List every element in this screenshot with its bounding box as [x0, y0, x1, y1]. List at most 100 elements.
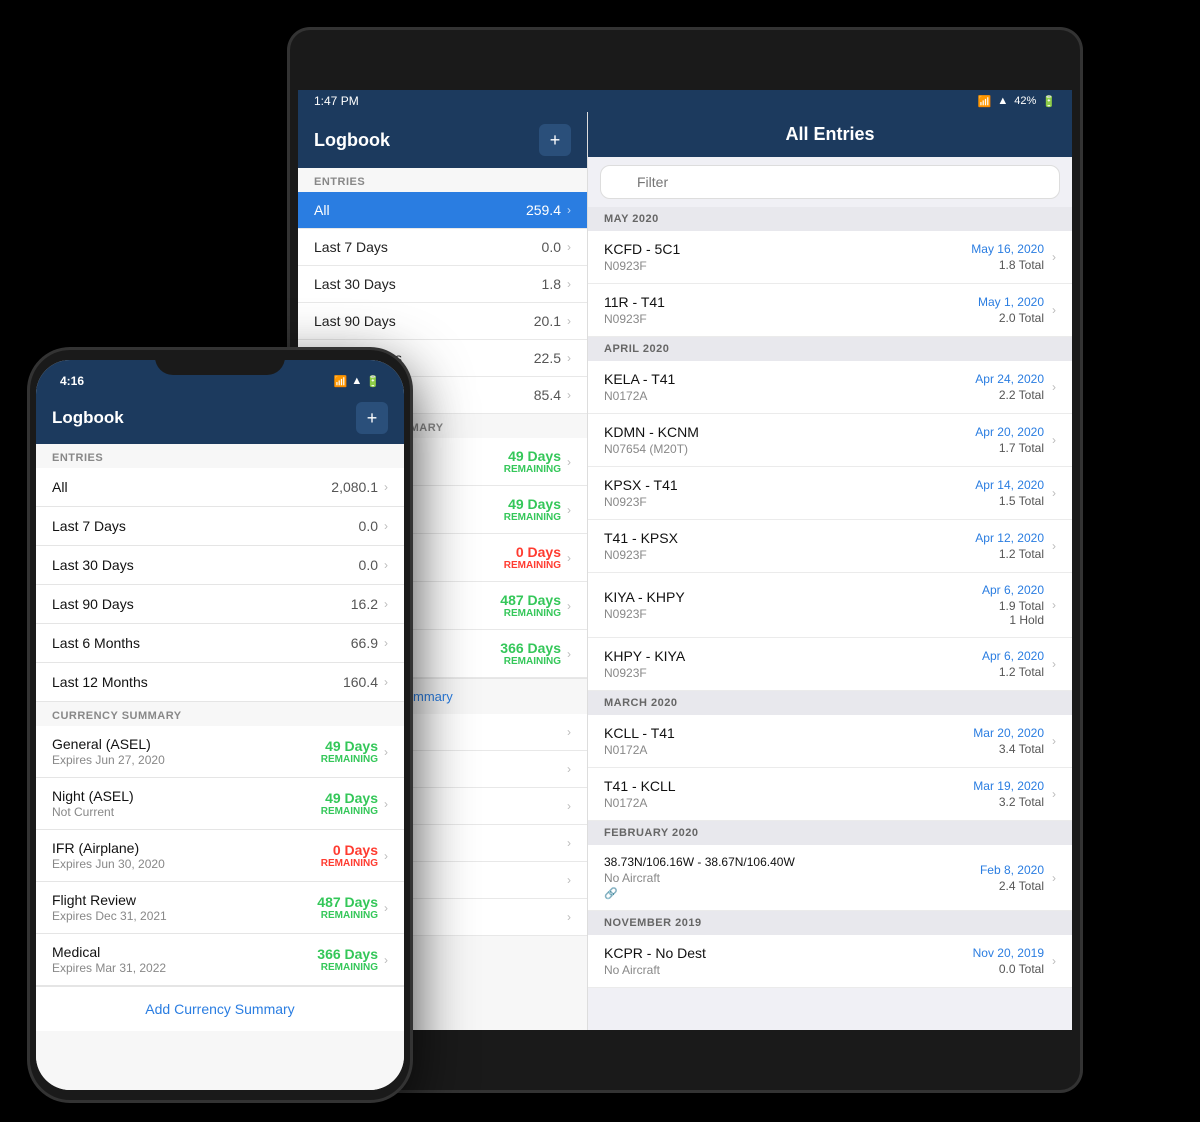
phone-header: Logbook +: [36, 392, 404, 444]
phone-currency-night[interactable]: Night (ASEL) Not Current 49 Days REMAINI…: [36, 778, 404, 830]
entry-kcll1[interactable]: KCLL - T41 N0172A Mar 20, 2020 3.4 Total…: [588, 715, 1072, 768]
tablet-medical-days: 366 Days: [500, 640, 561, 656]
entry-kcpr[interactable]: KCPR - No Dest No Aircraft Nov 20, 2019 …: [588, 935, 1072, 988]
tablet-currency-ine-badge: 0 Days REMAINING: [504, 544, 561, 571]
phone-add-currency[interactable]: Add Currency Summary: [36, 986, 404, 1031]
chevron-t41kcll: ›: [1052, 787, 1056, 801]
chevron-phone-12months: ›: [384, 675, 388, 689]
entry-kdmn-sub: N07654 (M20T): [604, 442, 699, 456]
entry-kela-total: 2.2 Total: [975, 388, 1044, 402]
phone-fr-remaining: REMAINING: [317, 910, 378, 921]
tablet-filter-bar: 🔍: [588, 157, 1072, 207]
phone-value-7days: 0.0: [359, 518, 378, 534]
entry-kcll1-left: KCLL - T41 N0172A: [604, 725, 675, 757]
phone-currency-fr-sub: Expires Dec 31, 2021: [52, 909, 167, 923]
entry-kiya1-sub: N0923F: [604, 607, 685, 621]
entry-11r-right: May 1, 2020 2.0 Total ›: [978, 295, 1056, 325]
chevron-icon-el: ›: [567, 503, 571, 517]
entry-kcll1-sub: N0172A: [604, 743, 675, 757]
entry-kiya1[interactable]: KIYA - KHPY N0923F Apr 6, 2020 1.9 Total…: [588, 573, 1072, 638]
phone-item-all[interactable]: All 2,080.1 ›: [36, 468, 404, 507]
tablet-add-button[interactable]: +: [539, 124, 571, 156]
tablet-main: All Entries 🔍 MAY 2020 KCFD - 5C1 N0923F: [588, 112, 1072, 1030]
entry-kpsx1-total: 1.5 Total: [975, 494, 1044, 508]
chevron-instructor: ›: [567, 873, 571, 887]
tablet-sidebar-value-30days: 1.8: [542, 276, 561, 292]
phone-currency-med-left: Medical Expires Mar 31, 2022: [52, 944, 166, 975]
phone-currency-label: CURRENCY SUMMARY: [36, 702, 404, 726]
entry-coords[interactable]: 38.73N/106.16W - 38.67N/106.40W No Aircr…: [588, 845, 1072, 911]
entries-list: MAY 2020 KCFD - 5C1 N0923F May 16, 2020 …: [588, 207, 1072, 1030]
filter-input[interactable]: [600, 165, 1060, 199]
chevron-phone-ifr: ›: [384, 849, 388, 863]
entry-khpy-info: Apr 6, 2020 1.2 Total: [982, 649, 1044, 679]
chevron-phone-6months: ›: [384, 636, 388, 650]
phone-currency-night-title: Night (ASEL): [52, 788, 134, 804]
tablet-sidebar-right-12months: 85.4 ›: [534, 387, 571, 403]
entry-t41kcll-title: T41 - KCLL: [604, 778, 676, 794]
tablet-filter-wrap: 🔍: [600, 165, 1060, 199]
chevron-kpsx1: ›: [1052, 486, 1056, 500]
chevron-kcll1: ›: [1052, 734, 1056, 748]
tablet-review-days: 487 Days: [500, 592, 561, 608]
phone-currency-asel[interactable]: General (ASEL) Expires Jun 27, 2020 49 D…: [36, 726, 404, 778]
phone-right-6months: 66.9 ›: [351, 635, 388, 651]
tablet-sidebar-item-7days[interactable]: Last 7 Days 0.0 ›: [298, 229, 587, 266]
phone-currency-ifr[interactable]: IFR (Airplane) Expires Jun 30, 2020 0 Da…: [36, 830, 404, 882]
battery-icon: 🔋: [1042, 95, 1056, 108]
phone-ifr-days: 0 Days: [321, 842, 378, 858]
chevron-icon-review: ›: [567, 599, 571, 613]
phone-label-90days: Last 90 Days: [52, 596, 134, 612]
phone-currency-fr[interactable]: Flight Review Expires Dec 31, 2021 487 D…: [36, 882, 404, 934]
phone-item-30days[interactable]: Last 30 Days 0.0 ›: [36, 546, 404, 585]
entry-kdmn-left: KDMN - KCNM N07654 (M20T): [604, 424, 699, 456]
phone-currency-ifr-sub: Expires Jun 30, 2020: [52, 857, 165, 871]
tablet-el-remaining: REMAINING: [504, 512, 561, 523]
chevron-icon-ine: ›: [567, 551, 571, 565]
phone-item-90days[interactable]: Last 90 Days 16.2 ›: [36, 585, 404, 624]
entry-kcfd[interactable]: KCFD - 5C1 N0923F May 16, 2020 1.8 Total…: [588, 231, 1072, 284]
entry-t41kpsx-sub: N0923F: [604, 548, 678, 562]
entry-kpsx1-title: KPSX - T41: [604, 477, 678, 493]
entry-kcpr-left: KCPR - No Dest No Aircraft: [604, 945, 706, 977]
phone-currency-med[interactable]: Medical Expires Mar 31, 2022 366 Days RE…: [36, 934, 404, 986]
tablet-currency-el-right: 49 Days REMAINING ›: [504, 496, 571, 523]
phone-item-12months[interactable]: Last 12 Months 160.4 ›: [36, 663, 404, 702]
entry-11r[interactable]: 11R - T41 N0923F May 1, 2020 2.0 Total ›: [588, 284, 1072, 337]
phone-add-button[interactable]: +: [356, 402, 388, 434]
entry-kcfd-total: 1.8 Total: [971, 258, 1044, 272]
tablet-sidebar-item-30days[interactable]: Last 30 Days 1.8 ›: [298, 266, 587, 303]
month-header-nov: NOVEMBER 2019: [588, 911, 1072, 935]
entry-kela[interactable]: KELA - T41 N0172A Apr 24, 2020 2.2 Total…: [588, 361, 1072, 414]
entry-kcll1-title: KCLL - T41: [604, 725, 675, 741]
phone-value-12months: 160.4: [343, 674, 378, 690]
tablet-sidebar-item-90days[interactable]: Last 90 Days 20.1 ›: [298, 303, 587, 340]
phone-item-6months[interactable]: Last 6 Months 66.9 ›: [36, 624, 404, 663]
entry-kcfd-title: KCFD - 5C1: [604, 241, 680, 257]
chevron-kdmn: ›: [1052, 433, 1056, 447]
tablet-sidebar-value-all: 259.4: [526, 202, 561, 218]
tablet-currency-medical-badge: 366 Days REMAINING: [500, 640, 561, 667]
phone-ifr-badge: 0 Days REMAINING: [321, 842, 378, 869]
signal-icon: ▲: [997, 95, 1008, 107]
phone-item-7days[interactable]: Last 7 Days 0.0 ›: [36, 507, 404, 546]
entry-khpy[interactable]: KHPY - KIYA N0923F Apr 6, 2020 1.2 Total…: [588, 638, 1072, 691]
entry-t41kcll[interactable]: T41 - KCLL N0172A Mar 19, 2020 3.2 Total…: [588, 768, 1072, 821]
entry-kdmn[interactable]: KDMN - KCNM N07654 (M20T) Apr 20, 2020 1…: [588, 414, 1072, 467]
entry-t41kpsx[interactable]: T41 - KPSX N0923F Apr 12, 2020 1.2 Total…: [588, 520, 1072, 573]
entry-coords-date: Feb 8, 2020: [980, 863, 1044, 877]
chevron-qualifications: ›: [567, 836, 571, 850]
chevron-phone-med: ›: [384, 953, 388, 967]
entry-11r-total: 2.0 Total: [978, 311, 1044, 325]
entry-coords-left: 38.73N/106.16W - 38.67N/106.40W No Aircr…: [604, 855, 795, 900]
entry-t41kcll-total: 3.2 Total: [973, 795, 1044, 809]
chevron-phone-night: ›: [384, 797, 388, 811]
chevron-settings: ›: [567, 910, 571, 924]
entry-coords-icon: 🔗: [604, 887, 795, 900]
entry-kiya1-date: Apr 6, 2020: [982, 583, 1044, 597]
tablet-sidebar-item-all[interactable]: All 259.4 ›: [298, 192, 587, 229]
phone-value-30days: 0.0: [359, 557, 378, 573]
entry-coords-total: 2.4 Total: [980, 879, 1044, 893]
entry-kpsx1[interactable]: KPSX - T41 N0923F Apr 14, 2020 1.5 Total…: [588, 467, 1072, 520]
phone-currency-asel-sub: Expires Jun 27, 2020: [52, 753, 165, 767]
